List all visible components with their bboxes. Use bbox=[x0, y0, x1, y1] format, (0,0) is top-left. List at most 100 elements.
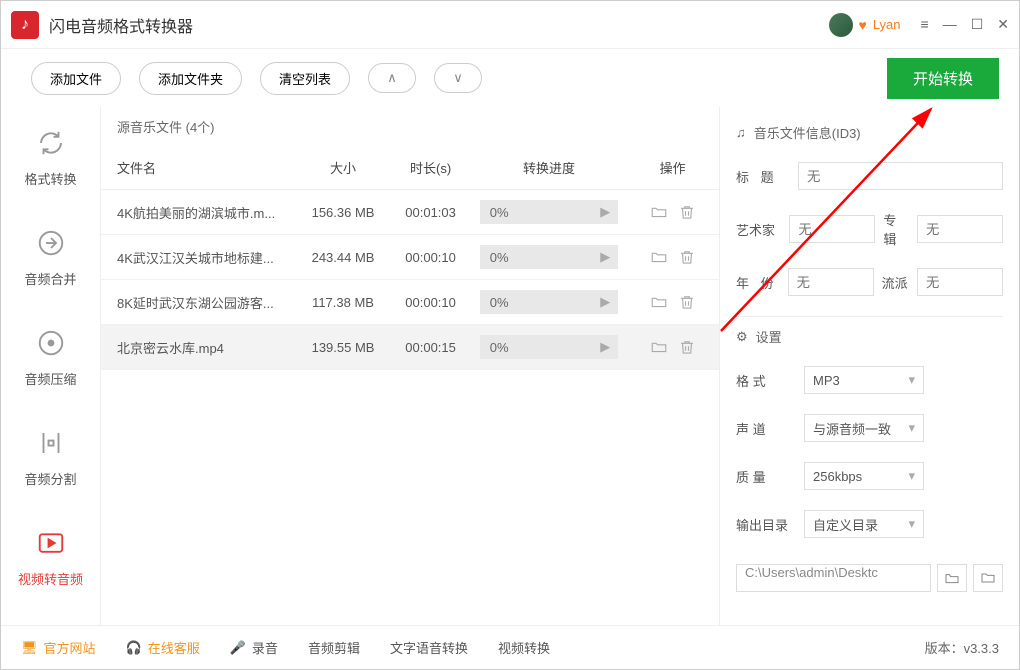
sidebar-item-audio-split[interactable]: 音频分割 bbox=[1, 407, 100, 507]
cell-duration: 00:00:10 bbox=[389, 235, 471, 280]
channel-select[interactable]: 与源音频一致▾ bbox=[804, 414, 924, 442]
footer-video-convert[interactable]: 视频转换 bbox=[498, 638, 550, 657]
label-genre: 流派 bbox=[882, 273, 909, 292]
open-folder-icon[interactable] bbox=[647, 290, 671, 314]
footer-official-site[interactable]: 🖥官方网站 bbox=[21, 638, 96, 657]
sidebar-item-video-to-audio[interactable]: 视频转音频 bbox=[1, 507, 100, 607]
info-section-title: ♫ 音乐文件信息(ID3) bbox=[736, 119, 1003, 152]
avatar[interactable] bbox=[829, 13, 853, 37]
video-icon bbox=[33, 525, 69, 561]
year-field[interactable] bbox=[788, 268, 874, 296]
col-header-name: 文件名 bbox=[101, 146, 297, 190]
col-header-progress: 转换进度 bbox=[472, 146, 627, 190]
label-year: 年 份 bbox=[736, 273, 780, 292]
progress-bar: 0%▶ bbox=[480, 200, 619, 224]
album-field[interactable] bbox=[917, 215, 1003, 243]
sidebar-item-label: 视频转音频 bbox=[18, 569, 83, 588]
progress-bar: 0%▶ bbox=[480, 245, 619, 269]
settings-section-title: ⚙ 设置 bbox=[736, 316, 1003, 356]
cell-size: 117.38 MB bbox=[297, 280, 390, 325]
mic-icon: 🎤 bbox=[230, 640, 246, 656]
delete-icon[interactable] bbox=[675, 200, 699, 224]
footer-audio-edit[interactable]: 音频剪辑 bbox=[308, 638, 360, 657]
delete-icon[interactable] bbox=[675, 335, 699, 359]
merge-icon bbox=[33, 225, 69, 261]
cell-size: 156.36 MB bbox=[297, 190, 390, 235]
label-channel: 声 道 bbox=[736, 419, 796, 438]
play-icon[interactable]: ▶ bbox=[600, 249, 610, 265]
format-select[interactable]: MP3▾ bbox=[804, 366, 924, 394]
support-icon: 🎧 bbox=[126, 640, 142, 656]
start-convert-button[interactable]: 开始转换 bbox=[887, 58, 999, 99]
add-folder-button[interactable]: 添加文件夹 bbox=[139, 62, 242, 95]
sidebar-item-label: 音频合并 bbox=[24, 269, 76, 288]
username[interactable]: Lyan bbox=[873, 17, 901, 32]
outdir-select[interactable]: 自定义目录▾ bbox=[804, 510, 924, 538]
open-folder-icon[interactable] bbox=[647, 245, 671, 269]
move-down-button[interactable]: ∨ bbox=[434, 63, 482, 93]
add-file-button[interactable]: 添加文件 bbox=[31, 62, 121, 95]
cell-name: 4K武汉江汉关城市地标建... bbox=[101, 235, 297, 280]
cell-name: 北京密云水库.mp4 bbox=[101, 325, 297, 370]
table-row[interactable]: 北京密云水库.mp4139.55 MB00:00:15 0%▶ bbox=[101, 325, 719, 370]
footer-support[interactable]: 🎧在线客服 bbox=[126, 638, 200, 657]
artist-field[interactable] bbox=[789, 215, 875, 243]
app-icon: ♪ bbox=[11, 11, 39, 39]
browse-folder-button[interactable] bbox=[973, 564, 1003, 592]
vip-badge-icon: ♥ bbox=[859, 17, 867, 33]
table-row[interactable]: 8K延时武汉东湖公园游客...117.38 MB00:00:100%▶ bbox=[101, 280, 719, 325]
sidebar-item-audio-merge[interactable]: 音频合并 bbox=[1, 207, 100, 307]
label-format: 格 式 bbox=[736, 371, 796, 390]
sidebar-item-label: 格式转换 bbox=[24, 169, 76, 188]
cell-duration: 00:00:15 bbox=[389, 325, 471, 370]
delete-icon[interactable] bbox=[675, 290, 699, 314]
maximize-button[interactable]: ☐ bbox=[971, 16, 984, 33]
quality-select[interactable]: 256kbps▾ bbox=[804, 462, 924, 490]
cell-size: 139.55 MB bbox=[297, 325, 390, 370]
progress-bar: 0%▶ bbox=[480, 290, 619, 314]
monitor-icon: 🖥 bbox=[21, 640, 38, 656]
label-quality: 质 量 bbox=[736, 467, 796, 486]
cell-duration: 00:01:03 bbox=[389, 190, 471, 235]
headphones-icon: ♫ bbox=[736, 125, 746, 140]
move-up-button[interactable]: ∧ bbox=[368, 63, 416, 93]
cell-name: 8K延时武汉东湖公园游客... bbox=[101, 280, 297, 325]
open-folder-button[interactable] bbox=[937, 564, 967, 592]
col-header-ops: 操作 bbox=[626, 146, 719, 190]
open-folder-icon[interactable] bbox=[647, 200, 671, 224]
gear-icon: ⚙ bbox=[736, 329, 748, 345]
label-artist: 艺术家 bbox=[736, 220, 781, 239]
title-field[interactable] bbox=[798, 162, 1003, 190]
close-button[interactable]: ✕ bbox=[997, 16, 1009, 33]
footer-tts[interactable]: 文字语音转换 bbox=[390, 638, 468, 657]
progress-bar: 0%▶ bbox=[480, 335, 619, 359]
play-icon[interactable]: ▶ bbox=[600, 294, 610, 310]
compress-icon bbox=[33, 325, 69, 361]
delete-icon[interactable] bbox=[675, 245, 699, 269]
label-title: 标 题 bbox=[736, 167, 790, 186]
open-folder-icon[interactable] bbox=[647, 335, 671, 359]
clear-list-button[interactable]: 清空列表 bbox=[260, 62, 350, 95]
sidebar-item-audio-compress[interactable]: 音频压缩 bbox=[1, 307, 100, 407]
col-header-size: 大小 bbox=[297, 146, 390, 190]
menu-icon[interactable]: ≡ bbox=[921, 16, 929, 33]
version-label: 版本：v3.3.3 bbox=[925, 638, 999, 657]
label-outdir: 输出目录 bbox=[736, 515, 796, 534]
list-title: 源音乐文件 (4个) bbox=[101, 107, 719, 146]
refresh-icon bbox=[33, 125, 69, 161]
table-row[interactable]: 4K武汉江汉关城市地标建...243.44 MB00:00:10 0%▶ bbox=[101, 235, 719, 280]
sidebar-item-format-convert[interactable]: 格式转换 bbox=[1, 107, 100, 207]
minimize-button[interactable]: — bbox=[943, 16, 957, 33]
table-row[interactable]: 4K航拍美丽的湖滨城市.m...156.36 MB00:01:03 0%▶ bbox=[101, 190, 719, 235]
sidebar-item-label: 音频压缩 bbox=[24, 369, 76, 388]
cell-size: 243.44 MB bbox=[297, 235, 390, 280]
genre-field[interactable] bbox=[917, 268, 1003, 296]
output-path[interactable]: C:\Users\admin\Desktc bbox=[736, 564, 931, 592]
split-icon bbox=[33, 425, 69, 461]
play-icon[interactable]: ▶ bbox=[600, 339, 610, 355]
sidebar-item-label: 音频分割 bbox=[24, 469, 76, 488]
cell-name: 4K航拍美丽的湖滨城市.m... bbox=[101, 190, 297, 235]
play-icon[interactable]: ▶ bbox=[600, 204, 610, 220]
col-header-duration: 时长(s) bbox=[389, 146, 471, 190]
footer-record[interactable]: 🎤录音 bbox=[230, 638, 278, 657]
